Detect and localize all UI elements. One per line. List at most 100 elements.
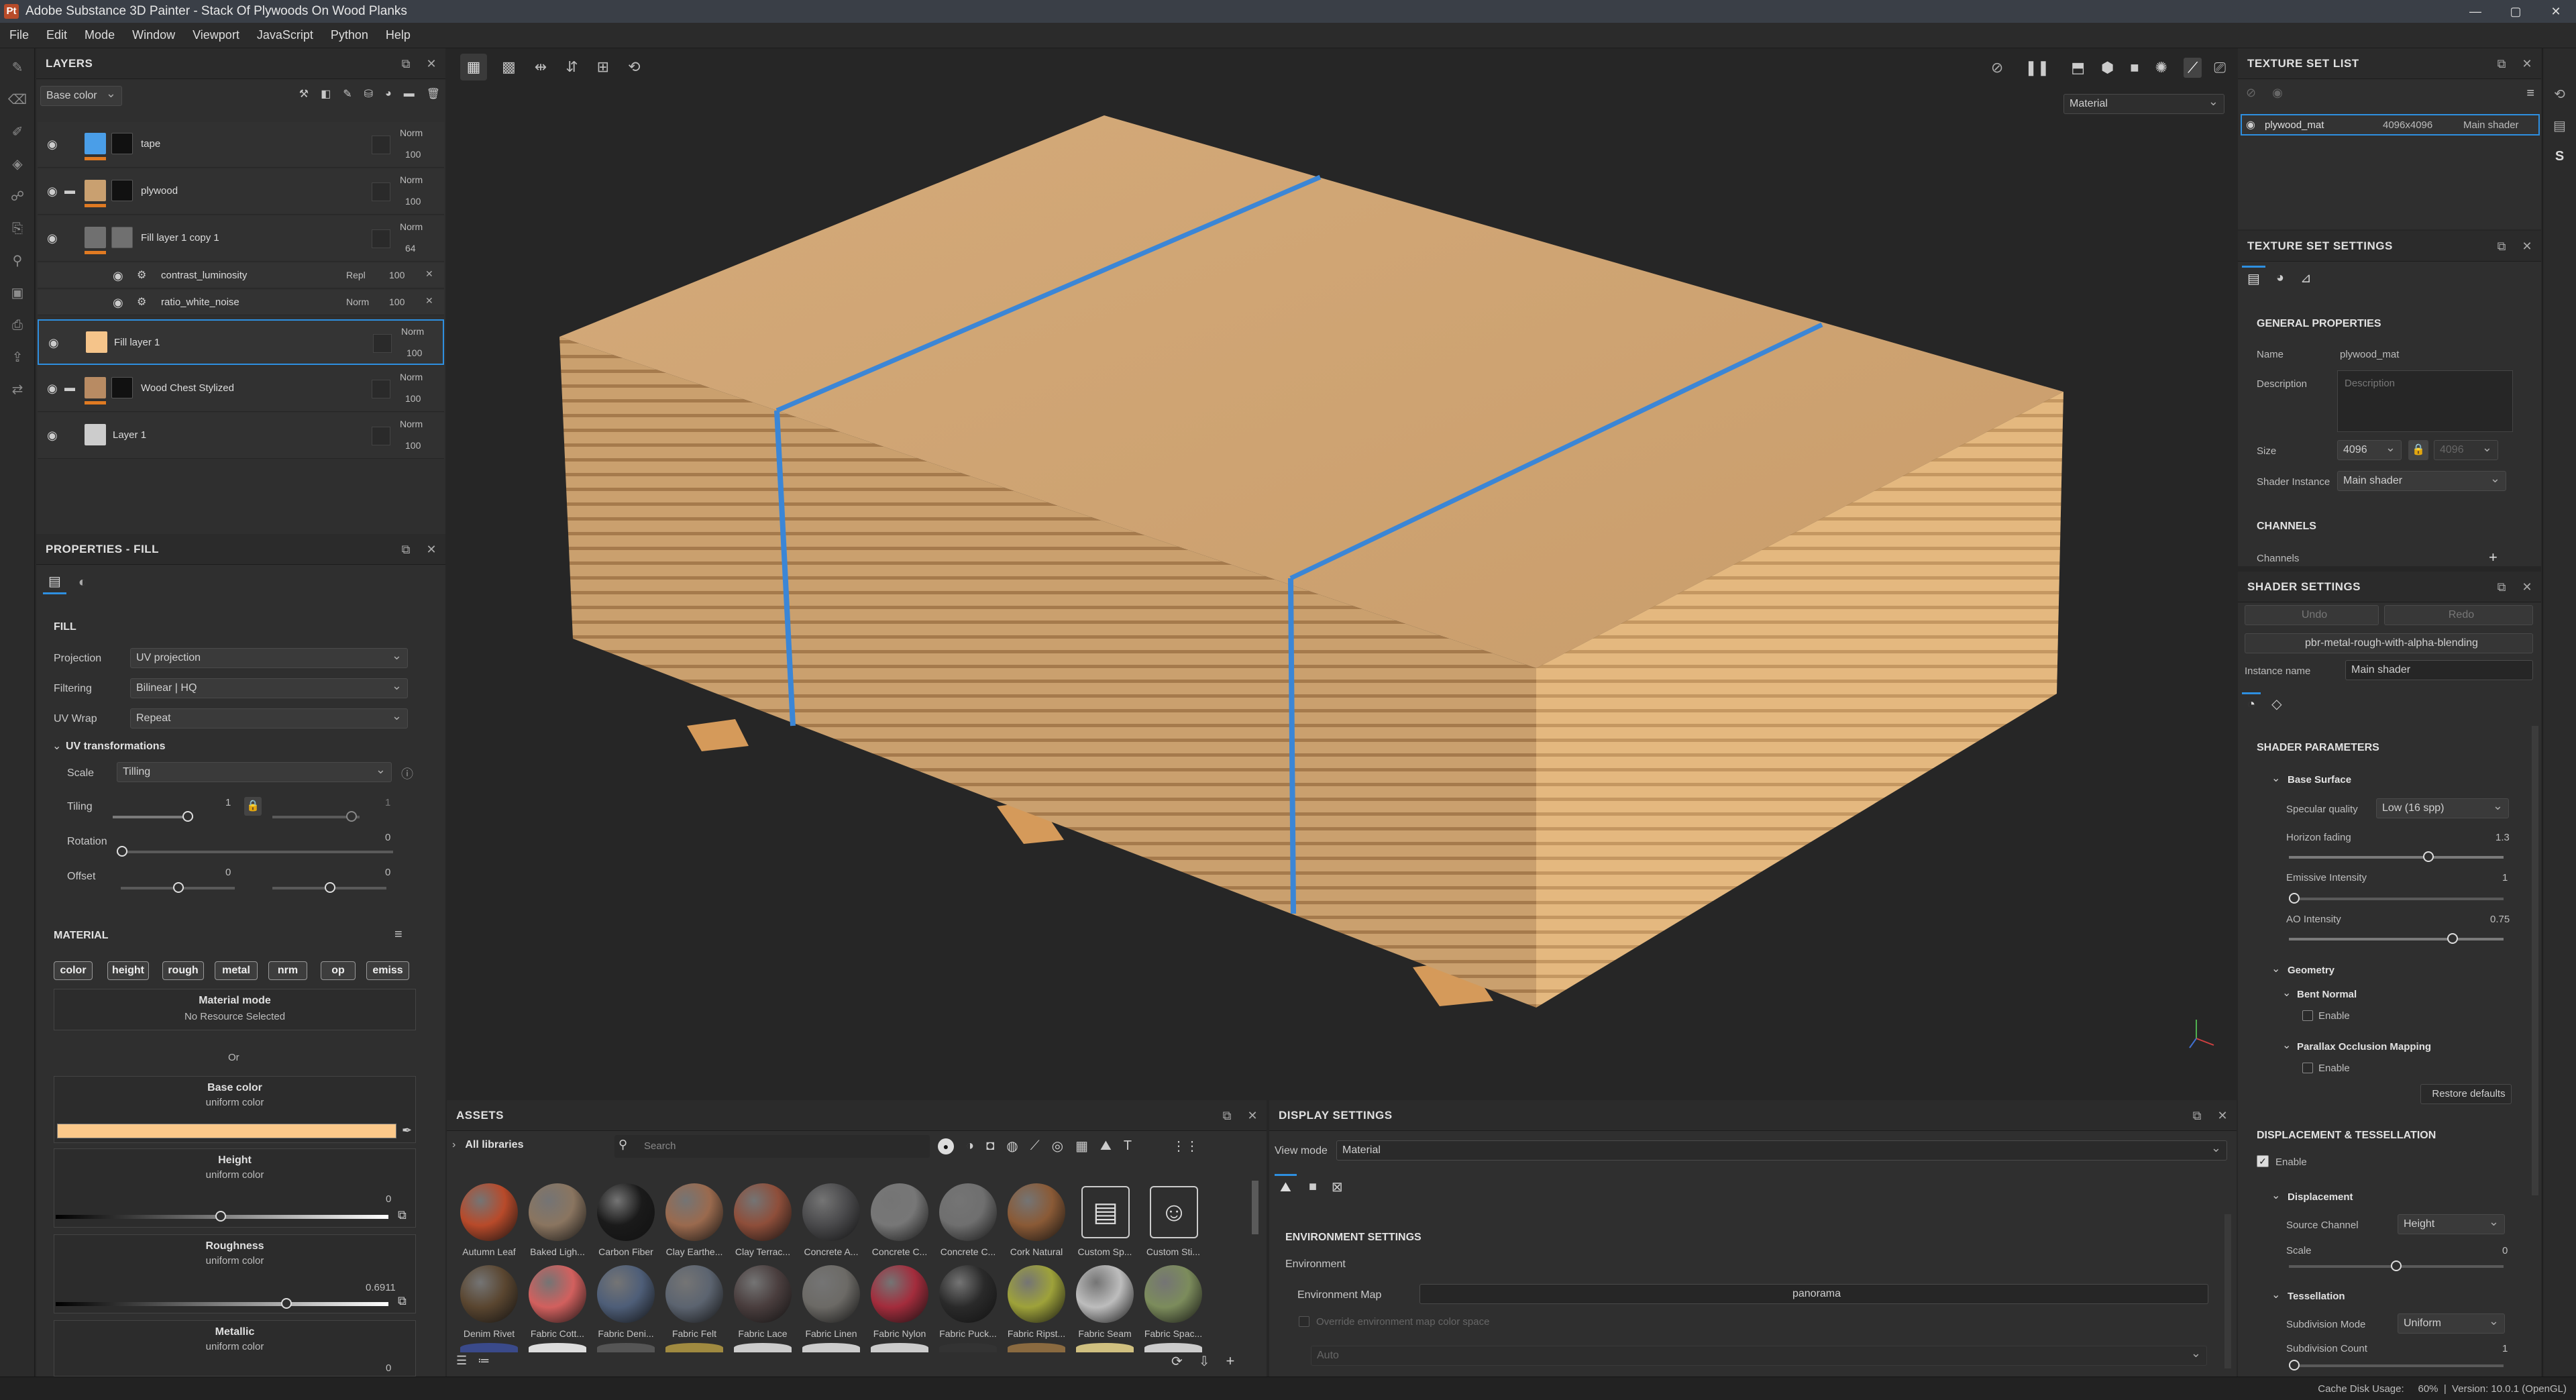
- asset-tile[interactable]: Fabric Spac...: [1140, 1265, 1206, 1344]
- settings-tab-icon[interactable]: ▤: [2242, 266, 2265, 290]
- size-dropdown[interactable]: 4096: [2337, 438, 2402, 460]
- filter-smart-material-icon[interactable]: ◑: [966, 1138, 974, 1154]
- offset-slider-v[interactable]: [272, 882, 386, 893]
- asset-tile[interactable]: Concrete C...: [935, 1183, 1001, 1262]
- layer-name[interactable]: Fill layer 1 copy 1: [141, 232, 219, 244]
- layer-opacity[interactable]: 100: [405, 149, 421, 160]
- layer-opacity[interactable]: 100: [405, 393, 421, 404]
- filter-text-icon[interactable]: T: [1124, 1138, 1132, 1154]
- visibility-eye-icon[interactable]: ◉: [47, 232, 62, 244]
- filter-brush-icon[interactable]: ⟋: [1030, 1138, 1040, 1154]
- remove-effect-icon[interactable]: ✕: [425, 295, 433, 307]
- offset-value-v[interactable]: 0: [385, 867, 390, 878]
- offset-value-u[interactable]: 0: [225, 867, 231, 878]
- asset-list-icon[interactable]: ☰: [456, 1354, 467, 1368]
- smudge-icon[interactable]: ☍: [7, 186, 28, 207]
- menu-window[interactable]: Window: [132, 28, 175, 42]
- eyedropper-icon[interactable]: ✒: [402, 1124, 412, 1138]
- asset-tile[interactable]: Denim Rivet: [456, 1265, 522, 1344]
- asset-tile[interactable]: Cork Natural: [1004, 1183, 1069, 1262]
- visibility-eye-icon[interactable]: ◉: [47, 138, 62, 150]
- layer-row[interactable]: ◉ tape Norm 100: [38, 122, 444, 168]
- asset-tile[interactable]: Fabric Seam: [1072, 1265, 1138, 1344]
- fill-tab-icon[interactable]: ▤: [43, 570, 66, 594]
- layer-opacity[interactable]: 64: [405, 243, 416, 254]
- add-effect-icon[interactable]: ⚒: [299, 87, 309, 101]
- folder-icon[interactable]: ▬: [64, 185, 75, 197]
- tiling-value-2[interactable]: 1: [385, 797, 390, 808]
- effect-blend[interactable]: Norm: [346, 297, 369, 307]
- share-icon[interactable]: ⇄: [7, 380, 28, 400]
- shader-tab-icon[interactable]: ◇: [2266, 693, 2287, 715]
- refresh-icon[interactable]: ⟳: [1171, 1353, 1183, 1370]
- camera-tab-icon[interactable]: ■: [1303, 1175, 1322, 1199]
- asset-tile-partial[interactable]: [529, 1343, 586, 1352]
- add-folder-icon[interactable]: ▬: [404, 88, 415, 100]
- viewport[interactable]: ▦ ▩ ⇹ ⇵ ⊞ ⟲ ⊘ ❚❚ ⬒ ⬢ ■ ✺ ⟋ ⎚ Material: [447, 48, 2237, 1087]
- folder-icon[interactable]: ▬: [64, 382, 75, 394]
- asset-tile[interactable]: Fabric Felt: [661, 1265, 727, 1344]
- asset-tile-partial[interactable]: [871, 1343, 928, 1352]
- asset-tile[interactable]: Clay Terrac...: [730, 1183, 796, 1262]
- tiling-slider-2[interactable]: [272, 811, 360, 822]
- asset-tile[interactable]: Fabric Lace: [730, 1265, 796, 1344]
- metallic-value[interactable]: 0: [386, 1362, 391, 1374]
- bent-normal-checkbox[interactable]: [2302, 1010, 2313, 1021]
- import-icon[interactable]: ⇩: [1199, 1353, 1210, 1370]
- effect-name[interactable]: ratio_white_noise: [161, 297, 239, 308]
- add-icon[interactable]: +: [1226, 1352, 1235, 1370]
- scale-dropdown[interactable]: Tilling: [117, 760, 392, 782]
- effect-opacity[interactable]: 100: [389, 297, 405, 307]
- asset-tile[interactable]: Concrete C...: [867, 1183, 932, 1262]
- filter-filter-icon[interactable]: ◍: [1006, 1138, 1018, 1154]
- asset-search[interactable]: ⚲ Search: [614, 1135, 930, 1158]
- shader-params-tab-icon[interactable]: ◔: [2242, 692, 2261, 715]
- lock-icon[interactable]: 🔒: [2408, 440, 2428, 460]
- layer-name[interactable]: Wood Chest Stylized: [141, 382, 234, 394]
- tag-height[interactable]: height: [107, 961, 149, 980]
- layer-opacity[interactable]: 100: [407, 347, 422, 358]
- undock-icon[interactable]: ⧉: [2493, 55, 2510, 72]
- projection-icon[interactable]: ✐: [7, 122, 28, 142]
- asset-tile-partial[interactable]: [939, 1343, 997, 1352]
- subdivision-mode-dropdown[interactable]: Uniform: [2398, 1311, 2505, 1334]
- menu-python[interactable]: Python: [331, 28, 368, 42]
- shader-name-field[interactable]: pbr-metal-rough-with-alpha-blending: [2245, 633, 2533, 653]
- layer-color-box[interactable]: [373, 334, 392, 353]
- layer-row[interactable]: ◉ ▬ plywood Norm 100: [38, 169, 444, 215]
- displacement-enable-checkbox[interactable]: ✓: [2257, 1155, 2269, 1167]
- asset-tile-partial[interactable]: [1008, 1343, 1065, 1352]
- asset-tile[interactable]: Clay Earthe...: [661, 1183, 727, 1262]
- undock-icon[interactable]: ⧉: [2493, 237, 2510, 255]
- link-icon[interactable]: ⧉: [398, 1208, 407, 1222]
- layer-opacity[interactable]: 100: [405, 440, 421, 451]
- emissive-intensity-slider[interactable]: [2289, 893, 2504, 904]
- layer-mask-thumbnail[interactable]: [111, 377, 133, 398]
- filter-texture-icon[interactable]: ▦: [1075, 1138, 1088, 1154]
- filter-particle-icon[interactable]: ◎: [1052, 1138, 1063, 1154]
- close-icon[interactable]: ✕: [2518, 237, 2536, 255]
- environment-tab-icon[interactable]: ⛰: [1275, 1174, 1297, 1199]
- layer-mask-thumbnail[interactable]: [111, 180, 133, 201]
- visibility-eye-icon[interactable]: ◉: [113, 270, 127, 282]
- clone-icon[interactable]: ⎘: [7, 219, 28, 239]
- layer-blend-mode[interactable]: Norm: [400, 174, 423, 185]
- menu-help[interactable]: Help: [386, 28, 411, 42]
- source-channel-dropdown[interactable]: Height: [2398, 1212, 2505, 1234]
- displacement-header[interactable]: Displacement: [2288, 1191, 2353, 1203]
- effect-name[interactable]: contrast_luminosity: [161, 270, 247, 281]
- base-surface-header[interactable]: Base Surface: [2288, 774, 2351, 786]
- grid-toggle-icon[interactable]: ⋮⋮: [1172, 1138, 1199, 1154]
- visibility-eye-icon[interactable]: ◉: [48, 337, 63, 349]
- chevron-right-icon[interactable]: ›: [452, 1139, 455, 1151]
- add-channel-icon[interactable]: +: [2489, 549, 2498, 566]
- tiling-value[interactable]: 1: [225, 797, 231, 808]
- rotation-value[interactable]: 0: [385, 832, 390, 843]
- menu-file[interactable]: File: [9, 28, 29, 42]
- tag-color[interactable]: color: [54, 961, 93, 980]
- roughness-slider[interactable]: [56, 1298, 388, 1309]
- effect-row[interactable]: ◉ ⚙ ratio_white_noise Norm 100 ✕: [38, 290, 444, 315]
- asset-tile-partial[interactable]: [460, 1343, 518, 1352]
- tag-op[interactable]: op: [321, 961, 356, 980]
- visibility-eye-icon[interactable]: ◉: [113, 297, 127, 309]
